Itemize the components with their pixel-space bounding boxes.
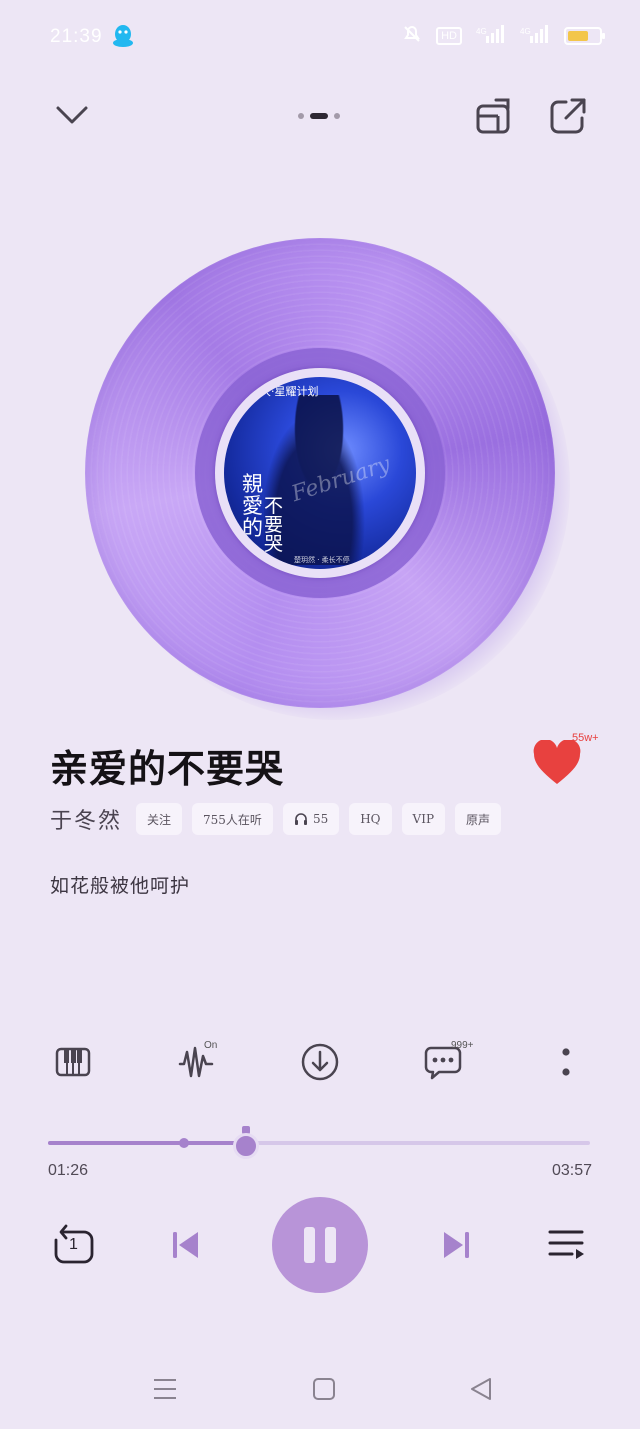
share-icon (550, 98, 586, 134)
page-dot (334, 113, 340, 119)
previous-icon (173, 1232, 198, 1258)
repeat-one-badge: 1 (69, 1236, 78, 1253)
current-time: 01:26 (48, 1162, 89, 1179)
tag-label: 原声 (466, 812, 491, 827)
original-tag[interactable]: 原声 (455, 803, 502, 835)
playlist-button[interactable] (546, 1226, 586, 1264)
screen-cast-icon (476, 98, 510, 134)
tag-label: HQ (360, 812, 381, 826)
qq-penguin-icon (112, 24, 134, 48)
progress-played (48, 1141, 246, 1145)
cover-title-right: 不要哭 (264, 495, 284, 555)
tag-label: VIP (412, 812, 435, 826)
listeners-tag[interactable]: 755人在听 (192, 803, 273, 835)
quality-tag[interactable]: HQ (349, 803, 392, 835)
progress-marker (179, 1138, 189, 1148)
like-count: 55w+ (572, 732, 599, 744)
repeat-mode-button[interactable]: 1 (52, 1224, 96, 1268)
piano-icon (55, 1047, 91, 1077)
screen-cast-button[interactable] (474, 96, 514, 136)
tag-label: 55 (312, 812, 329, 826)
share-button[interactable] (548, 96, 588, 136)
system-menu-button[interactable] (152, 1376, 178, 1406)
album-cover: 大·星耀计划 親愛的 不要哭 February 楚玥然 · 柔长不停 (224, 377, 416, 569)
tag-label: 755人在听 (203, 812, 262, 827)
next-icon (444, 1232, 469, 1258)
system-back-button[interactable] (468, 1376, 494, 1406)
pause-icon-bar (325, 1227, 336, 1263)
progress-thumb[interactable] (233, 1133, 259, 1159)
cover-series-text: 大·星耀计划 (260, 385, 319, 398)
artist-name[interactable]: 于冬然 (50, 803, 122, 835)
signal-icon-2: 4G (520, 24, 550, 48)
headphones-icon (294, 813, 307, 825)
pause-button[interactable] (272, 1197, 368, 1293)
tag-label: 关注 (147, 812, 172, 827)
more-button[interactable] (542, 1038, 590, 1086)
sound-effect-button[interactable]: On (172, 1038, 220, 1086)
status-icons: HD 4G 4G (402, 24, 605, 48)
total-time: 03:57 (551, 1162, 592, 1179)
comments-badge: 999+ (451, 1040, 474, 1051)
signal-icon: 4G (476, 24, 506, 48)
back-icon (471, 1378, 491, 1400)
battery-icon (564, 27, 605, 45)
like-button[interactable]: 55w+ (532, 732, 599, 786)
lyric-line[interactable]: 如花般被他呵护 (50, 871, 190, 898)
heart-icon (533, 740, 581, 784)
follow-tag[interactable]: 关注 (136, 803, 183, 835)
download-button[interactable] (296, 1038, 344, 1086)
vip-tag[interactable]: VIP (401, 803, 446, 835)
svg-text:4G: 4G (520, 27, 531, 36)
svg-text:4G: 4G (476, 27, 487, 36)
page-dot-active (310, 113, 328, 119)
previous-button[interactable] (170, 1228, 202, 1262)
mute-bell-icon (402, 24, 422, 48)
hd-icon: HD (436, 27, 462, 45)
headphones-tag[interactable]: 55 (282, 803, 340, 835)
page-dot (298, 113, 304, 119)
page-indicator[interactable] (298, 113, 340, 119)
more-icon (562, 1048, 570, 1076)
collapse-button[interactable] (52, 98, 92, 132)
song-title: 亲爱的不要哭 (50, 746, 285, 791)
next-button[interactable] (440, 1228, 472, 1262)
download-icon (301, 1043, 339, 1081)
pause-icon (304, 1227, 315, 1263)
system-home-button[interactable] (311, 1376, 337, 1406)
chevron-down-icon (56, 106, 88, 124)
status-time: 21:39 (50, 26, 103, 47)
home-icon (313, 1378, 335, 1400)
menu-icon (154, 1379, 176, 1399)
playlist-icon (548, 1230, 584, 1259)
cover-credits: 楚玥然 · 柔长不停 (294, 556, 350, 564)
piano-button[interactable] (49, 1038, 97, 1086)
sound-effect-badge: On (204, 1040, 218, 1051)
comments-button[interactable]: 999+ (419, 1038, 474, 1086)
artist-row: 于冬然 关注 755人在听 55 HQ VIP 原声 (50, 803, 502, 835)
